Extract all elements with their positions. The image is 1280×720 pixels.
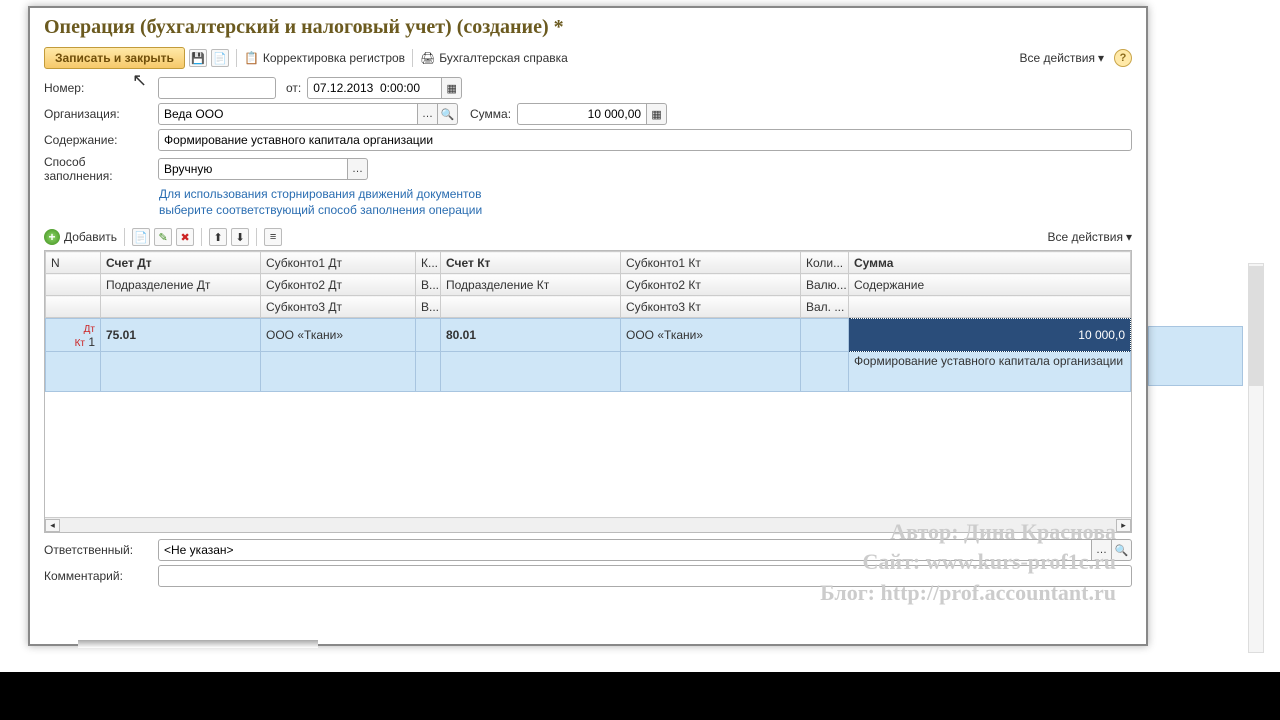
entries-grid[interactable]: N Счет Дт Субконто1 Дт К... Счет Кт Субк… (44, 250, 1132, 533)
calculator-icon[interactable]: ▦ (647, 103, 667, 125)
scroll-left-icon[interactable]: ◂ (45, 519, 60, 532)
cell-content[interactable]: Формирование уставного капитала организа… (849, 352, 1131, 392)
grid-h-scrollbar[interactable]: ◂ ▸ (45, 517, 1131, 532)
form-area: Номер: от: ▦ Организация: … 🔍 Сумма: ▦ С… (30, 75, 1146, 220)
cell-n: 1 (88, 335, 95, 349)
col-acc-dt[interactable]: Счет Дт (101, 252, 261, 274)
cell-sub1-dt[interactable]: ООО «Ткани» (261, 319, 416, 352)
resp-input[interactable] (158, 539, 1092, 561)
search-icon[interactable]: 🔍 (438, 103, 458, 125)
ellipsis-icon[interactable]: … (1092, 539, 1112, 561)
col-n[interactable]: N (46, 252, 101, 274)
ellipsis-icon[interactable]: … (348, 158, 368, 180)
col-val[interactable]: Вал. ... (801, 296, 849, 318)
scroll-right-icon[interactable]: ▸ (1116, 519, 1131, 532)
window-title: Операция (бухгалтерский и налоговый учет… (30, 8, 1146, 45)
comment-input[interactable] (158, 565, 1132, 587)
calendar-icon[interactable]: ▦ (442, 77, 462, 99)
ellipsis-icon[interactable]: … (418, 103, 438, 125)
number-label: Номер: (44, 81, 152, 95)
main-window: Операция (бухгалтерский и налоговый учет… (28, 6, 1148, 646)
reg-correct-button[interactable]: 📋 Корректировка регистров (244, 51, 405, 65)
outer-scrollbar[interactable] (1248, 263, 1264, 653)
grid-body[interactable]: ДтКт 1 75.01 ООО «Ткани» 80.01 ООО «Ткан… (45, 318, 1131, 517)
all-actions-dropdown[interactable]: Все действия ▾ (1020, 51, 1105, 65)
org-input[interactable] (158, 103, 418, 125)
delete-icon[interactable]: ✖ (176, 228, 194, 246)
col-dept-kt[interactable]: Подразделение Кт (441, 274, 621, 296)
misc-icon[interactable]: ≡ (264, 228, 282, 246)
hint-line2: выберите соответствующий способ заполнен… (159, 203, 1132, 219)
save-close-button[interactable]: Записать и закрыть (44, 47, 185, 69)
col-curr[interactable]: Валю... (801, 274, 849, 296)
comment-label: Комментарий: (44, 569, 152, 583)
add-icon: + (44, 229, 60, 245)
col-sub2-kt[interactable]: Субконто2 Кт (621, 274, 801, 296)
bottom-form: Ответственный: … 🔍 Комментарий: (30, 533, 1146, 597)
table-row[interactable]: Формирование уставного капитала организа… (46, 352, 1131, 392)
footer-bar (0, 672, 1280, 720)
search-icon[interactable]: 🔍 (1112, 539, 1132, 561)
content-input[interactable] (158, 129, 1132, 151)
method-hint: Для использования сторнирования движений… (159, 187, 1132, 218)
grid-header: N Счет Дт Субконто1 Дт К... Счет Кт Субк… (45, 251, 1131, 318)
col-v[interactable]: В... (416, 274, 441, 296)
org-label: Организация: (44, 107, 152, 121)
col-sub2-dt[interactable]: Субконто2 Дт (261, 274, 416, 296)
col-sub1-dt[interactable]: Субконто1 Дт (261, 252, 416, 274)
col-v2[interactable]: В... (416, 296, 441, 318)
col-k[interactable]: К... (416, 252, 441, 274)
sum-label: Сумма: (470, 107, 511, 121)
save-icon[interactable]: 💾 (189, 49, 207, 67)
grid-toolbar: + Добавить 📄 ✎ ✖ ⬆ ⬇ ≡ Все действия ▾ (30, 220, 1146, 250)
date-input[interactable] (307, 77, 442, 99)
grid-all-actions-label: Все действия (1048, 230, 1123, 244)
method-input[interactable] (158, 158, 348, 180)
table-row[interactable]: ДтКт 1 75.01 ООО «Ткани» 80.01 ООО «Ткан… (46, 319, 1131, 352)
document-icon[interactable]: 📄 (211, 49, 229, 67)
main-toolbar: Записать и закрыть 💾 📄 📋 Корректировка р… (30, 45, 1146, 75)
add-button[interactable]: Добавить (64, 230, 117, 244)
reg-correct-label: Корректировка регистров (263, 51, 405, 65)
acc-ref-label: Бухгалтерская справка (439, 51, 568, 65)
col-sum[interactable]: Сумма (849, 252, 1131, 274)
col-acc-kt[interactable]: Счет Кт (441, 252, 621, 274)
all-actions-label: Все действия (1020, 51, 1095, 65)
acc-ref-button[interactable]: 🖨 Бухгалтерская справка (420, 51, 568, 65)
move-up-icon[interactable]: ⬆ (209, 228, 227, 246)
grid-all-actions-dropdown[interactable]: Все действия ▾ (1048, 230, 1133, 244)
copy-icon[interactable]: 📄 (132, 228, 150, 246)
resp-label: Ответственный: (44, 543, 152, 557)
col-dept-dt[interactable]: Подразделение Дт (101, 274, 261, 296)
sum-input[interactable] (517, 103, 647, 125)
hint-line1: Для использования сторнирования движений… (159, 187, 1132, 203)
col-content[interactable]: Содержание (849, 274, 1131, 296)
cell-acc-dt[interactable]: 75.01 (101, 319, 261, 352)
cell-sum-selected[interactable]: 10 000,0 (849, 319, 1131, 352)
move-down-icon[interactable]: ⬇ (231, 228, 249, 246)
col-sub3-kt[interactable]: Субконто3 Кт (621, 296, 801, 318)
cell-sub1-kt[interactable]: ООО «Ткани» (621, 319, 801, 352)
table-icon: 📋 (244, 51, 259, 65)
col-qty[interactable]: Коли... (801, 252, 849, 274)
shadow (78, 640, 318, 648)
number-input[interactable] (158, 77, 276, 99)
edit-icon[interactable]: ✎ (154, 228, 172, 246)
col-sub1-kt[interactable]: Субконто1 Кт (621, 252, 801, 274)
help-button[interactable]: ? (1114, 49, 1132, 67)
from-label: от: (286, 81, 301, 95)
print-icon: 🖨 (420, 51, 435, 65)
background-row-fragment (1148, 326, 1243, 386)
col-sub3-dt[interactable]: Субконто3 Дт (261, 296, 416, 318)
content-label: Содержание: (44, 133, 152, 147)
chevron-down-icon: ▾ (1126, 230, 1132, 244)
method-label: Способ заполнения: (44, 155, 152, 183)
cell-acc-kt[interactable]: 80.01 (441, 319, 621, 352)
chevron-down-icon: ▾ (1098, 51, 1104, 65)
